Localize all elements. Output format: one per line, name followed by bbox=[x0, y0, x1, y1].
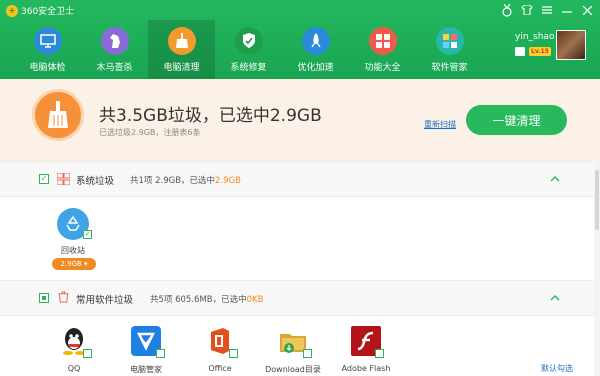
tab-checkup[interactable]: 电脑体检 bbox=[14, 20, 81, 79]
main-tabs: 电脑体检 木马查杀 电脑清理 系统修复 优化加速 功能大全 软件管家 bbox=[14, 20, 483, 79]
trash-icon bbox=[58, 291, 69, 303]
top-header: + 360安全卫士 电脑体检 木马查杀 电脑清理 系统修复 优化加速 功能大全 … bbox=[0, 0, 600, 79]
tab-label: 功能大全 bbox=[364, 63, 401, 73]
item-checkbox[interactable] bbox=[303, 349, 312, 358]
medal-icon[interactable] bbox=[498, 2, 516, 18]
tab-cleanup[interactable]: 电脑清理 bbox=[148, 20, 215, 79]
grid-icon bbox=[368, 27, 397, 55]
default-select-link[interactable]: 默认勾选 bbox=[541, 363, 573, 374]
tab-software-manager[interactable]: 软件管家 bbox=[416, 20, 483, 79]
chevron-up-icon[interactable] bbox=[550, 174, 560, 184]
apps-icon bbox=[435, 27, 464, 55]
summary-subtitle: 已选垃圾2.9GB，注册表6条 bbox=[99, 128, 201, 137]
user-name[interactable]: yin_shao bbox=[515, 32, 554, 42]
section-checkbox[interactable] bbox=[39, 293, 49, 303]
level-badge[interactable]: Lv.15 bbox=[529, 47, 551, 56]
app-logo-icon: + bbox=[6, 4, 18, 17]
app-title-text: 360安全卫士 bbox=[21, 7, 75, 17]
size-value: 2.9GB bbox=[60, 260, 82, 268]
item-checkbox[interactable] bbox=[83, 349, 92, 358]
broom-icon bbox=[32, 89, 84, 141]
rocket-icon bbox=[301, 27, 330, 55]
summary-title: 共3.5GB垃圾，已选中2.9GB bbox=[99, 106, 322, 126]
tab-label: 优化加速 bbox=[297, 63, 334, 73]
app-label: 电脑管家 bbox=[130, 365, 162, 374]
window-controls bbox=[498, 2, 596, 18]
item-label: 回收站 bbox=[61, 246, 85, 255]
section-system-junk: ✓ 系统垃圾 共1项 2.9GB，已选中2.9GB bbox=[0, 161, 600, 197]
app-label: Office bbox=[208, 364, 232, 373]
tab-system-repair[interactable]: 系统修复 bbox=[215, 20, 282, 79]
section-selected-size: 0KB bbox=[246, 295, 264, 305]
one-click-clean-button[interactable]: 一键清理 bbox=[466, 105, 567, 135]
windows-icon bbox=[57, 173, 70, 185]
app-label: Download目录 bbox=[265, 365, 321, 374]
scrollbar-thumb[interactable] bbox=[595, 170, 599, 230]
section-selected-size: 2.9GB bbox=[215, 176, 241, 186]
app-label: QQ bbox=[67, 364, 81, 373]
summary-banner: 共3.5GB垃圾，已选中2.9GB 已选垃圾2.9GB，注册表6条 重新扫描 一… bbox=[0, 79, 600, 161]
section-title: 常用软件垃圾 bbox=[76, 295, 134, 306]
item-checkbox[interactable]: ✓ bbox=[83, 230, 92, 239]
section-title: 系统垃圾 bbox=[76, 176, 115, 187]
tab-optimize[interactable]: 优化加速 bbox=[282, 20, 349, 79]
tab-trojan-scan[interactable]: 木马查杀 bbox=[81, 20, 148, 79]
size-dropdown[interactable]: 2.9GB ▾ bbox=[52, 258, 96, 270]
shirt-icon[interactable] bbox=[518, 2, 536, 18]
broom-icon bbox=[167, 27, 196, 55]
user-area: yin_shao Lv.15 bbox=[515, 32, 554, 56]
tab-label: 软件管家 bbox=[431, 63, 468, 73]
chevron-up-icon[interactable] bbox=[550, 293, 560, 303]
avatar[interactable] bbox=[556, 30, 586, 60]
item-checkbox[interactable] bbox=[156, 349, 165, 358]
item-checkbox[interactable] bbox=[229, 349, 238, 358]
menu-icon[interactable] bbox=[538, 2, 556, 18]
tab-label: 木马查杀 bbox=[96, 63, 133, 73]
section-info: 共1项 2.9GB，已选中2.9GB bbox=[130, 174, 241, 186]
rescan-link[interactable]: 重新扫描 bbox=[424, 119, 456, 130]
shield-icon bbox=[234, 27, 263, 55]
section-info-text: 共1项 2.9GB，已选中 bbox=[130, 176, 216, 186]
close-icon[interactable] bbox=[578, 2, 596, 18]
horse-icon bbox=[100, 27, 129, 55]
tab-label: 电脑体检 bbox=[29, 63, 66, 73]
app-title: + 360安全卫士 bbox=[6, 4, 74, 17]
section-info: 共5项 605.6MB，已选中0KB bbox=[150, 293, 263, 305]
item-checkbox[interactable] bbox=[375, 349, 384, 358]
app-label: Adobe Flash bbox=[341, 364, 391, 373]
section-info-text: 共5项 605.6MB，已选中 bbox=[150, 295, 247, 305]
tab-label: 系统修复 bbox=[230, 63, 267, 73]
section-checkbox[interactable]: ✓ bbox=[39, 174, 49, 184]
minimize-icon[interactable] bbox=[558, 2, 576, 18]
monitor-icon bbox=[33, 27, 62, 55]
gift-icon[interactable] bbox=[515, 47, 525, 56]
tab-features[interactable]: 功能大全 bbox=[349, 20, 416, 79]
section-software-junk: 常用软件垃圾 共5项 605.6MB，已选中0KB bbox=[0, 280, 600, 316]
tab-label: 电脑清理 bbox=[163, 63, 200, 73]
